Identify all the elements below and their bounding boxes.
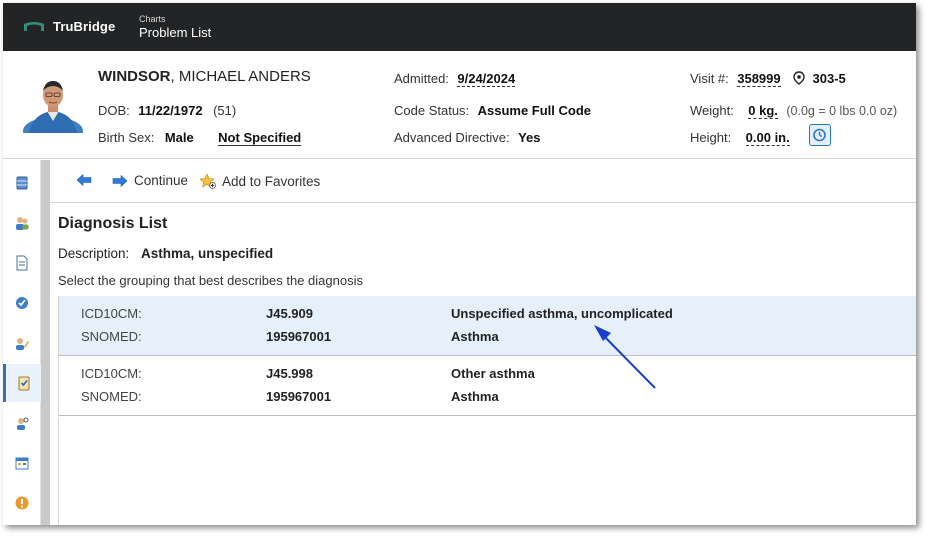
star-add-icon [200,173,216,189]
document-icon [16,255,28,271]
nav-document[interactable] [3,244,41,282]
weight-detail: (0.0g = 0 lbs 0.0 oz) [786,104,898,118]
snomed-description: Asthma [451,389,499,404]
description-label: Description: [58,246,130,261]
user-search-icon [17,417,29,430]
patient-photo [23,81,83,133]
back-button[interactable] [76,173,92,187]
diagnosis-group-row[interactable]: ICD10CM: J45.909 Unspecified asthma, unc… [59,296,916,356]
description-value: Asthma, unspecified [141,246,274,261]
left-nav [3,160,41,525]
age-value: (51) [213,103,237,118]
problem-list-icon [18,376,29,391]
birth-sex-row: Birth Sex: Male Not Specified [98,129,302,147]
icd-label: ICD10CM: [81,306,142,321]
page-title: Problem List [139,25,212,40]
add-to-favorites-button[interactable]: Add to Favorites [200,173,320,189]
advanced-directive-row: Advanced Directive: Yes [394,129,541,147]
section-title: Diagnosis List [58,215,168,232]
snomed-label: SNOMED: [81,389,142,404]
snomed-code: 195967001 [266,329,332,344]
icd-label: ICD10CM: [81,366,142,381]
code-status-row: Code Status: Assume Full Code [394,102,591,120]
nav-users[interactable] [3,204,41,242]
visit-row: Visit #: 358999 303-5 [690,70,846,88]
nav-splitter[interactable] [41,160,50,525]
description-line: Description: Asthma, unspecified [58,246,273,261]
weight-label: Weight: [690,103,734,118]
birth-sex-label: Birth Sex: [98,130,155,145]
calendar-form-icon [15,457,29,470]
alert-icon [15,496,29,510]
patient-banner: WINDSOR, MICHAEL ANDERS DOB: 11/22/1972 … [3,51,916,159]
admitted-date[interactable]: 9/24/2024 [457,71,516,87]
height-value[interactable]: 0.00 in. [745,130,790,146]
advanced-directive-label: Advanced Directive: [394,130,510,145]
nav-clipboard-check[interactable] [3,284,41,322]
room-number: 303-5 [812,71,846,86]
advanced-directive-value: Yes [518,130,541,145]
gender-identity-link[interactable]: Not Specified [218,130,302,146]
location-pin-icon [793,71,805,85]
diagnosis-panel: Diagnosis List Description: Asthma, unsp… [50,203,916,525]
diagnosis-group-row[interactable]: ICD10CM: J45.998 Other asthma SNOMED: 19… [59,356,916,416]
database-icon [16,176,28,190]
visit-number[interactable]: 358999 [737,71,781,87]
clipboard-check-icon [16,297,28,309]
visit-label: Visit #: [690,71,729,86]
nav-problem-list[interactable] [3,364,41,402]
snomed-label: SNOMED: [81,329,142,344]
icd-description: Other asthma [451,366,535,381]
arrow-left-icon [76,173,92,187]
instruction-text: Select the grouping that best describes … [58,273,363,288]
continue-label: Continue [134,173,189,188]
nav-alert[interactable] [3,484,41,522]
patient-name[interactable]: WINDSOR, MICHAEL ANDERS [98,68,311,85]
dob-value: 11/22/1972 [138,103,203,118]
diagnosis-group-list: ICD10CM: J45.909 Unspecified asthma, unc… [58,296,916,416]
nav-database[interactable] [3,164,41,202]
code-status-value: Assume Full Code [477,103,592,118]
code-status-label: Code Status: [394,103,470,118]
height-row: Height: 0.00 in. [690,129,790,147]
nav-user-search[interactable] [3,404,41,442]
admitted-row: Admitted: 9/24/2024 [394,70,516,88]
nav-edit-user[interactable] [3,324,41,362]
app-window: TruBridge Charts Problem List WINDSOR, M… [3,3,916,525]
breadcrumb-parent[interactable]: Charts [139,14,166,24]
icd-code: J45.909 [266,306,313,321]
growth-chart-icon[interactable] [809,124,831,146]
icd-code: J45.998 [266,366,313,381]
brand-name[interactable]: TruBridge [53,19,115,34]
trubridge-logo-icon [24,22,44,31]
nav-calendar-form[interactable] [3,444,41,482]
arrow-right-icon [112,174,128,187]
favorites-label: Add to Favorites [222,173,321,189]
clock-gauge-icon [813,128,826,142]
weight-row: Weight: 0 kg. (0.0g = 0 lbs 0.0 oz) [690,102,897,120]
admitted-label: Admitted: [394,71,449,86]
list-border [58,417,59,525]
snomed-code: 195967001 [266,389,332,404]
height-label: Height: [690,130,732,145]
dob-label: DOB: [98,103,130,118]
action-toolbar: Continue Add to Favorites [50,160,916,203]
icd-description: Unspecified asthma, uncomplicated [451,306,673,321]
patient-last-name: WINDSOR [98,68,171,85]
snomed-description: Asthma [451,329,499,344]
weight-value[interactable]: 0 kg. [748,103,778,119]
birth-sex-value: Male [164,130,194,145]
continue-button[interactable]: Continue [112,173,188,188]
dob-row: DOB: 11/22/1972 (51) [98,102,236,120]
users-icon [16,217,29,230]
top-bar: TruBridge Charts Problem List [3,3,916,51]
edit-user-icon [16,338,29,350]
patient-first-names: , MICHAEL ANDERS [170,68,311,85]
